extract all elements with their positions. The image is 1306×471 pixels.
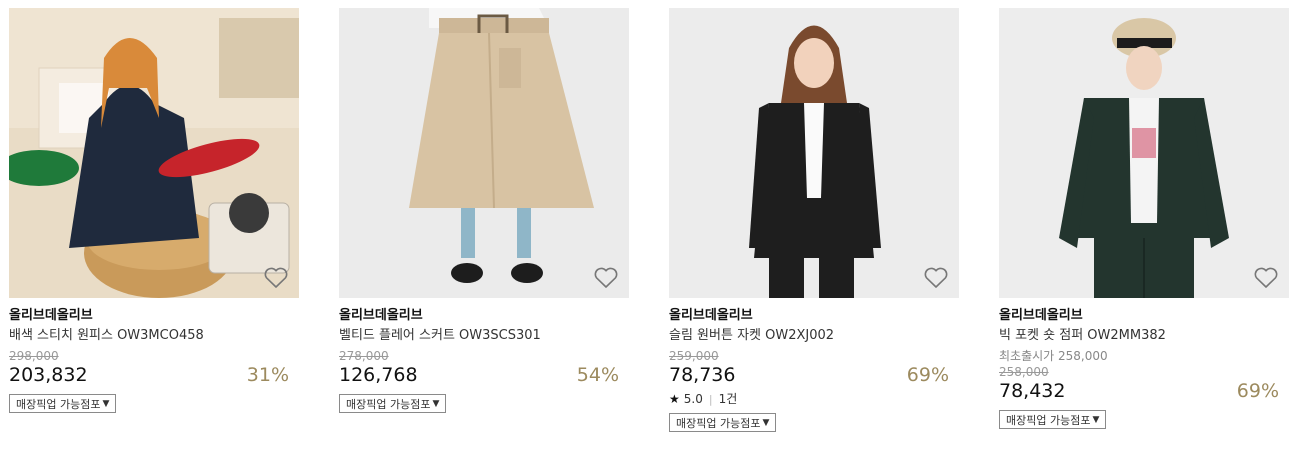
product-brand[interactable]: 올리브데올리브 [999,307,1289,324]
product-photo [9,8,299,298]
product-name[interactable]: 배색 스티치 원피스 OW3MCO458 [9,327,299,344]
product-name[interactable]: 빅 포켓 숏 점퍼 OW2MM382 [999,327,1289,344]
original-price: 259,000 [669,349,719,363]
discount-rate: 31% [246,364,289,386]
wishlist-heart-icon[interactable] [593,266,619,290]
store-pickup-label: 매장픽업 가능점포 [16,397,101,411]
store-pickup-label: 매장픽업 가능점포 [1006,413,1091,427]
wishlist-heart-icon[interactable] [263,266,289,290]
product-brand[interactable]: 올리브데올리브 [669,307,959,324]
discount-rate: 54% [576,364,619,386]
price-row: 126,768 54% [339,363,629,387]
store-pickup-dropdown[interactable]: 매장픽업 가능점포 ▼ [669,413,777,432]
product-image[interactable] [999,8,1289,298]
review-count: 1건 [718,392,738,406]
caret-down-icon: ▼ [762,417,770,428]
price-row: 78,736 69% [669,363,959,387]
store-pickup-label: 매장픽업 가능점포 [346,397,431,411]
sale-price: 126,768 [339,364,418,386]
product-card[interactable]: 올리브데올리브 슬림 원버튼 자켓 OW2XJ002 259,000 78,73… [669,8,959,432]
sale-price: 78,736 [669,364,736,386]
rating-divider: | [708,393,713,406]
original-price: 258,000 [999,365,1049,379]
discount-rate: 69% [906,364,949,386]
product-photo [999,8,1289,298]
product-name[interactable]: 슬림 원버튼 자켓 OW2XJ002 [669,327,959,344]
product-name[interactable]: 벨티드 플레어 스커트 OW3SCS301 [339,327,629,344]
product-brand[interactable]: 올리브데올리브 [9,307,299,324]
caret-down-icon: ▼ [102,398,110,409]
product-photo [339,8,629,298]
sale-price: 203,832 [9,364,88,386]
product-card[interactable]: 올리브데올리브 빅 포켓 숏 점퍼 OW2MM382 최초출시가 258,000… [999,8,1289,429]
product-brand[interactable]: 올리브데올리브 [339,307,629,324]
caret-down-icon: ▼ [432,398,440,409]
store-pickup-dropdown[interactable]: 매장픽업 가능점포 ▼ [9,394,117,413]
product-photo [669,8,959,298]
wishlist-heart-icon[interactable] [1253,266,1279,290]
original-price: 278,000 [339,349,389,363]
store-pickup-label: 매장픽업 가능점포 [676,416,761,430]
product-card[interactable]: 올리브데올리브 배색 스티치 원피스 OW3MCO458 298,000 203… [9,8,299,413]
product-image[interactable] [339,8,629,298]
first-release-price: 최초출시가 258,000 [999,349,1108,363]
discount-rate: 69% [1236,380,1279,402]
product-image[interactable] [9,8,299,298]
wishlist-heart-icon[interactable] [923,266,949,290]
product-rating[interactable]: ★ 5.0 | 1건 [669,392,959,407]
price-row: 78,432 69% [999,379,1289,403]
original-price: 298,000 [9,349,59,363]
product-card[interactable]: 올리브데올리브 벨티드 플레어 스커트 OW3SCS301 278,000 12… [339,8,629,413]
store-pickup-dropdown[interactable]: 매장픽업 가능점포 ▼ [339,394,447,413]
product-grid: 올리브데올리브 배색 스티치 원피스 OW3MCO458 298,000 203… [0,0,1306,471]
store-pickup-dropdown[interactable]: 매장픽업 가능점포 ▼ [999,410,1107,429]
rating-score: 5.0 [683,392,703,406]
price-row: 203,832 31% [9,363,299,387]
star-icon: ★ [669,392,680,406]
sale-price: 78,432 [999,380,1066,402]
caret-down-icon: ▼ [1092,414,1100,425]
product-image[interactable] [669,8,959,298]
